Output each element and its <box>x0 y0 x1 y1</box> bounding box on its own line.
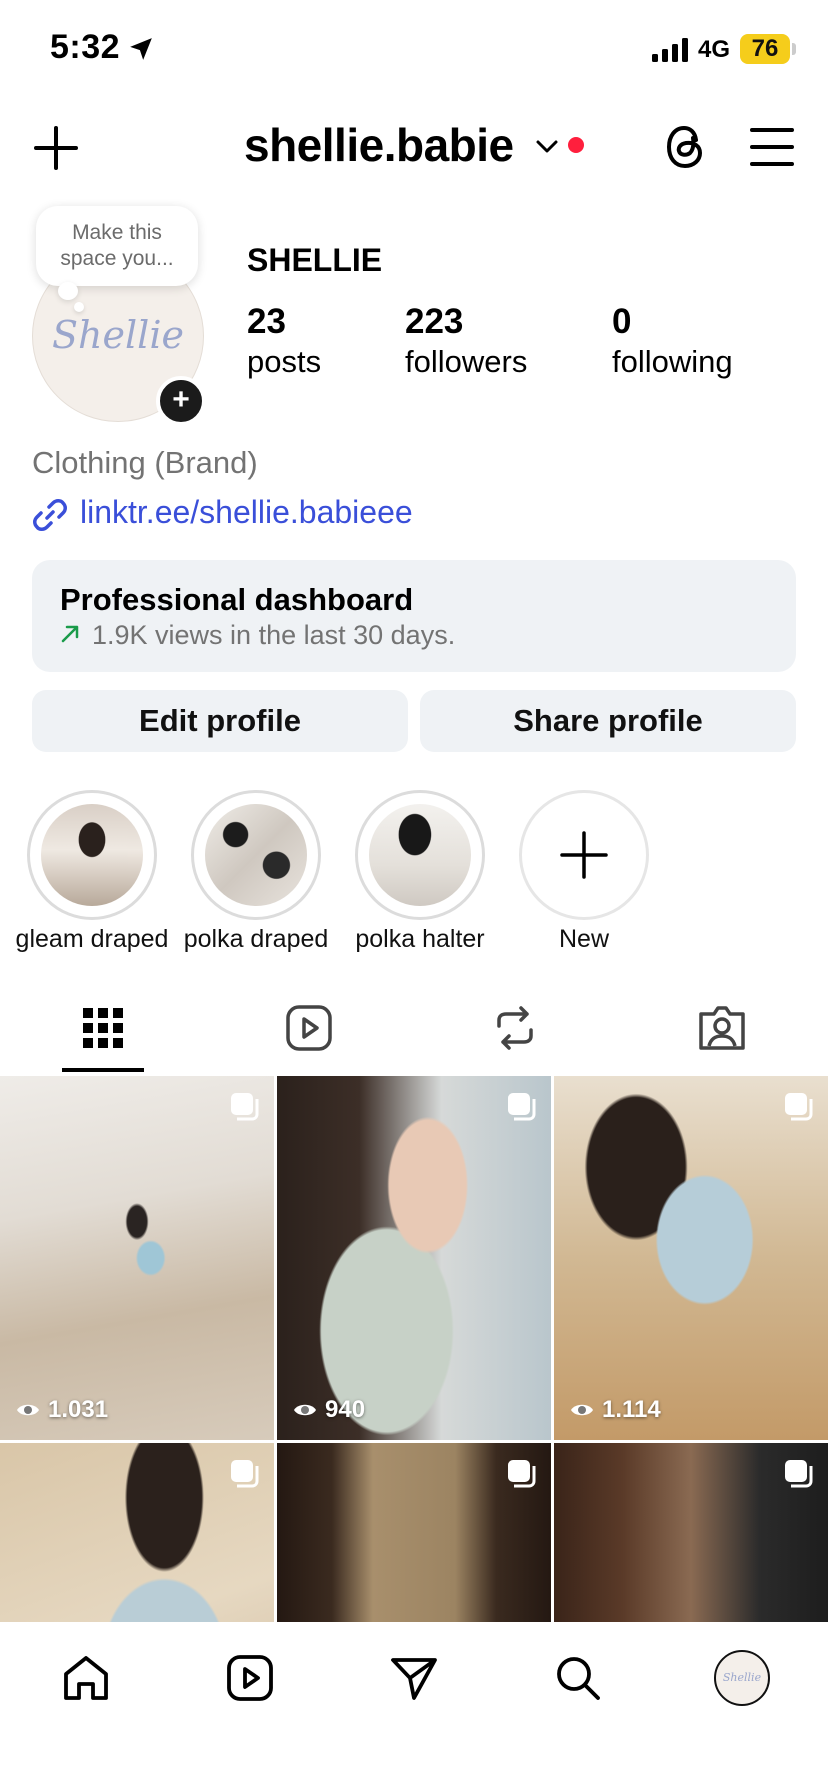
posts-stat[interactable]: 23 posts <box>247 302 321 382</box>
reels-icon[interactable] <box>224 1652 276 1704</box>
view-count-text: 1.114 <box>602 1396 661 1423</box>
dashboard-title: Professional dashboard <box>60 582 414 617</box>
multiple-media-icon <box>231 1460 259 1488</box>
view-count: 940 <box>293 1396 365 1424</box>
profile-link[interactable]: linktr.ee/shellie.babieee <box>80 494 413 531</box>
posts-count: 23 <box>247 302 286 341</box>
highlight-thumbnail <box>41 804 143 906</box>
avatar-logo-text: Shellie <box>52 313 184 357</box>
battery-indicator: 76 <box>740 34 790 64</box>
active-tab-indicator <box>62 1068 144 1072</box>
highlight-polka-draped[interactable] <box>191 790 321 920</box>
location-arrow-icon <box>130 38 152 60</box>
multiple-media-icon <box>508 1460 536 1488</box>
add-story-button[interactable]: + <box>156 376 206 426</box>
network-type: 4G <box>698 36 731 63</box>
highlight-label: New <box>558 925 609 953</box>
plus-icon <box>560 831 608 879</box>
highlight-label: polka halter <box>355 925 485 953</box>
multiple-media-icon <box>231 1093 259 1121</box>
send-icon[interactable] <box>388 1652 440 1704</box>
share-profile-button[interactable]: Share profile <box>420 690 796 752</box>
post-tile[interactable]: 1.114 <box>554 1076 828 1440</box>
trend-up-arrow-icon <box>61 625 79 643</box>
status-time: 5:32 <box>50 28 121 66</box>
account-username[interactable]: shellie.babie <box>244 118 514 172</box>
eye-icon <box>294 1404 316 1416</box>
chevron-down-icon[interactable] <box>534 136 560 156</box>
threads-icon[interactable] <box>662 122 708 172</box>
search-icon[interactable] <box>552 1652 604 1704</box>
multiple-media-icon <box>785 1460 813 1488</box>
dashboard-subtitle: 1.9K views in the last 30 days. <box>92 620 456 650</box>
multiple-media-icon <box>785 1093 813 1121</box>
note-tooltip-line1: Make this <box>72 221 162 244</box>
note-tooltip[interactable]: Make this space you... <box>36 206 198 286</box>
view-count: 1.031 <box>16 1396 108 1424</box>
followers-count: 223 <box>405 302 464 341</box>
status-bar: 5:32 4G 76 <box>0 0 828 100</box>
eye-icon <box>571 1404 593 1416</box>
eye-icon <box>17 1404 39 1416</box>
tooltip-tail-small <box>74 302 84 312</box>
link-icon <box>33 499 67 531</box>
tagged-tab-icon[interactable] <box>694 1000 750 1056</box>
view-count-text: 940 <box>325 1396 366 1423</box>
highlight-label: polka draped <box>183 925 329 953</box>
profile-nav-avatar[interactable]: Shellie <box>714 1650 770 1706</box>
following-label: following <box>612 344 733 379</box>
new-highlight-button[interactable] <box>519 790 649 920</box>
grid-icon[interactable] <box>75 1000 131 1056</box>
multiple-media-icon <box>508 1093 536 1121</box>
display-name: SHELLIE <box>247 242 383 278</box>
view-count: 1.114 <box>570 1396 661 1424</box>
battery-tip <box>792 43 796 55</box>
posts-label: posts <box>247 344 322 379</box>
professional-dashboard[interactable]: Professional dashboard 1.9K views in the… <box>32 560 796 672</box>
highlight-thumbnail <box>369 804 471 906</box>
highlight-label: gleam draped <box>15 925 169 953</box>
post-tile[interactable]: 940 <box>277 1076 551 1440</box>
notification-dot <box>568 137 584 153</box>
highlight-thumbnail <box>205 804 307 906</box>
tooltip-tail <box>58 282 78 300</box>
reposts-tab-icon[interactable] <box>487 1000 543 1056</box>
following-stat[interactable]: 0 following <box>612 302 733 382</box>
reels-tab-icon[interactable] <box>281 1000 337 1056</box>
create-plus-icon[interactable] <box>30 122 82 174</box>
edit-profile-button[interactable]: Edit profile <box>32 690 408 752</box>
following-count: 0 <box>612 302 632 341</box>
highlight-polka-halter[interactable] <box>355 790 485 920</box>
view-count-text: 1.031 <box>48 1396 109 1423</box>
bottom-nav: Shellie <box>0 1622 828 1792</box>
profile-category: Clothing (Brand) <box>32 445 258 480</box>
highlight-gleam-draped[interactable] <box>27 790 157 920</box>
post-tile[interactable]: 1.031 <box>0 1076 274 1440</box>
signal-icon <box>652 38 688 62</box>
followers-label: followers <box>405 344 528 379</box>
home-icon[interactable] <box>60 1652 112 1704</box>
menu-icon[interactable] <box>748 124 796 170</box>
note-tooltip-line2: space you... <box>60 247 174 270</box>
followers-stat[interactable]: 223 followers <box>405 302 527 382</box>
